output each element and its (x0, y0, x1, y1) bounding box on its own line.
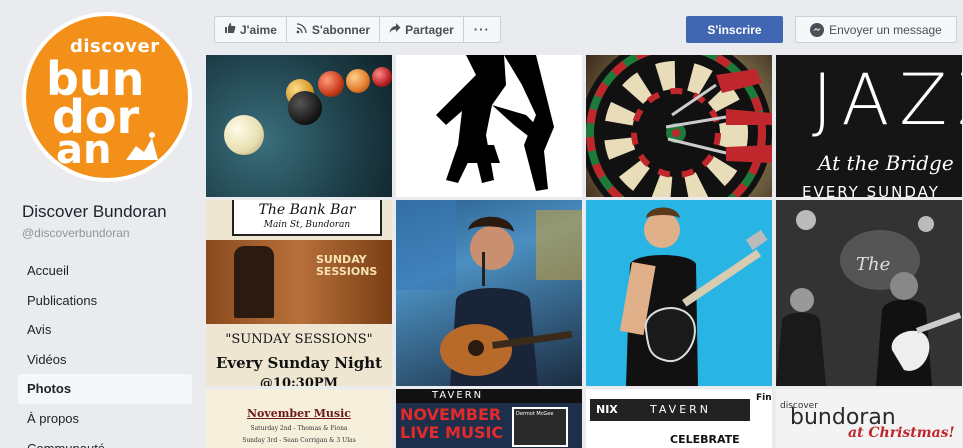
nix-tag: Fin (756, 393, 772, 403)
like-button[interactable]: J'aime (215, 17, 287, 42)
bank-bar-sign: The Bank Bar Main St, Bundoran (232, 200, 382, 236)
subscribe-label: S'abonner (311, 22, 371, 37)
tavern-header-bar: TAVERN (396, 389, 582, 403)
dancing-couple-silhouette (436, 55, 554, 191)
band-performance-image: The (776, 200, 962, 386)
nav-item-avis[interactable]: Avis (18, 315, 192, 345)
share-button[interactable]: Partager (380, 17, 464, 42)
sunday-night-label: Every Sunday Night (215, 354, 383, 372)
live-music-headline: LIVE MUSIC (400, 423, 504, 442)
share-arrow-icon (389, 22, 401, 37)
celebrate-headline: CELEBRATE WITH (670, 433, 740, 448)
photo-november-music[interactable]: November Music Saturday 2nd - Thomas & F… (206, 389, 392, 448)
pool-ball (372, 67, 392, 87)
surfer-horse-icon (126, 132, 158, 160)
guitarist-performer-image (396, 200, 582, 386)
november-music-line2: Sunday 3rd - Sean Corrigan & 3 Ulas (242, 437, 356, 444)
photo-dancers[interactable] (396, 55, 582, 197)
pool-ball (346, 69, 370, 93)
christmas-tagline: at Christmas! (848, 425, 955, 441)
photo-bank-bar-sunday-sessions[interactable]: The Bank Bar Main St, Bundoran SUNDAY SE… (206, 200, 392, 386)
share-label: Partager (405, 22, 454, 37)
nix-label: NIX (596, 403, 618, 416)
photo-guitarist-stained-glass[interactable] (396, 200, 582, 386)
nav-item-accueil[interactable]: Accueil (18, 256, 192, 286)
logo-text-an: an (56, 127, 112, 173)
nix-tavern-banner: NIX TAVERN (590, 399, 750, 421)
more-options-button[interactable]: ··· (464, 17, 500, 42)
nav-item-communaute[interactable]: Communauté (18, 434, 192, 448)
nav-item-photos[interactable]: Photos (18, 374, 192, 404)
eight-ball (288, 91, 322, 125)
photo-bundoran-at-christmas[interactable]: discover bundoran at Christmas! (776, 389, 962, 448)
nix-tavern-name: TAVERN (650, 403, 712, 416)
page-nav: Accueil Publications Avis Vidéos Photos … (18, 256, 192, 448)
tavern-name: TAVERN (432, 390, 484, 401)
page-title[interactable]: Discover Bundoran (22, 202, 167, 222)
photo-tavern-november-live-music[interactable]: TAVERN NOVEMBER LIVE MUSIC Dermot McGee (396, 389, 582, 448)
november-music-line1: Saturday 2nd - Thomas & Fiona (250, 425, 348, 432)
photo-darts[interactable] (586, 55, 772, 197)
sunday-sessions-quote: "SUNDAY SESSIONS" (225, 332, 373, 347)
signup-button[interactable]: S'inscrire (686, 16, 783, 43)
bank-bar-address: Main St, Bundoran (263, 220, 351, 230)
november-headline: NOVEMBER (400, 405, 502, 424)
rss-icon (296, 22, 308, 37)
photo-billiards[interactable] (206, 55, 392, 197)
jazz-subtitle: At the Bridge (818, 151, 954, 175)
jazz-schedule: EVERY SUNDAY (802, 183, 940, 197)
messenger-icon (810, 22, 825, 37)
sunday-sessions-label: SUNDAY SESSIONS (316, 253, 378, 279)
artist-name: Dermot McGee (516, 411, 554, 417)
page-sidebar: discover bun dor an Discover Bundoran @d… (0, 0, 200, 448)
nav-item-videos[interactable]: Vidéos (18, 345, 192, 375)
svg-text:The: The (856, 254, 890, 275)
banjo-player-figure (234, 246, 274, 318)
jazz-title: JAZZ (812, 59, 962, 141)
discover-bundoran-logo: discover bun dor an (26, 16, 188, 178)
sessions-poster: SUNDAY SESSIONS (206, 240, 392, 324)
photo-band-the-chords[interactable]: The (776, 200, 962, 386)
session-time: @10:30PM (259, 376, 339, 386)
pool-ball (318, 71, 344, 97)
bank-bar-title: The Bank Bar (258, 202, 356, 218)
photo-nix-tavern-celebrate[interactable]: NIX TAVERN Fin CELEBRATE WITH (586, 389, 772, 448)
subscribe-button[interactable]: S'abonner (287, 17, 381, 42)
electric-guitarist-image (619, 207, 768, 386)
cue-ball (224, 115, 264, 155)
photo-grid: JAZZ At the Bridge EVERY SUNDAY The Bank… (206, 55, 963, 448)
profile-picture[interactable]: discover bun dor an (22, 12, 192, 182)
send-message-label: Envoyer un message (829, 22, 942, 37)
dartboard-image (586, 55, 772, 197)
nav-item-a-propos[interactable]: À propos (18, 404, 192, 434)
page-actions-group: J'aime S'abonner Partager ··· (214, 16, 501, 43)
photo-jazz-at-the-bridge[interactable]: JAZZ At the Bridge EVERY SUNDAY (776, 55, 962, 197)
send-message-button[interactable]: Envoyer un message (795, 16, 957, 43)
like-label: J'aime (240, 22, 277, 37)
page-handle[interactable]: @discoverbundoran (22, 226, 130, 240)
artist-photo: Dermot McGee (512, 407, 568, 447)
thumbs-up-icon (224, 22, 236, 37)
november-music-title: November Music (247, 407, 351, 420)
photo-electric-guitarist[interactable] (586, 200, 772, 386)
page-action-bar: J'aime S'abonner Partager ··· S'inscrire… (206, 0, 963, 58)
nav-item-publications[interactable]: Publications (18, 286, 192, 316)
